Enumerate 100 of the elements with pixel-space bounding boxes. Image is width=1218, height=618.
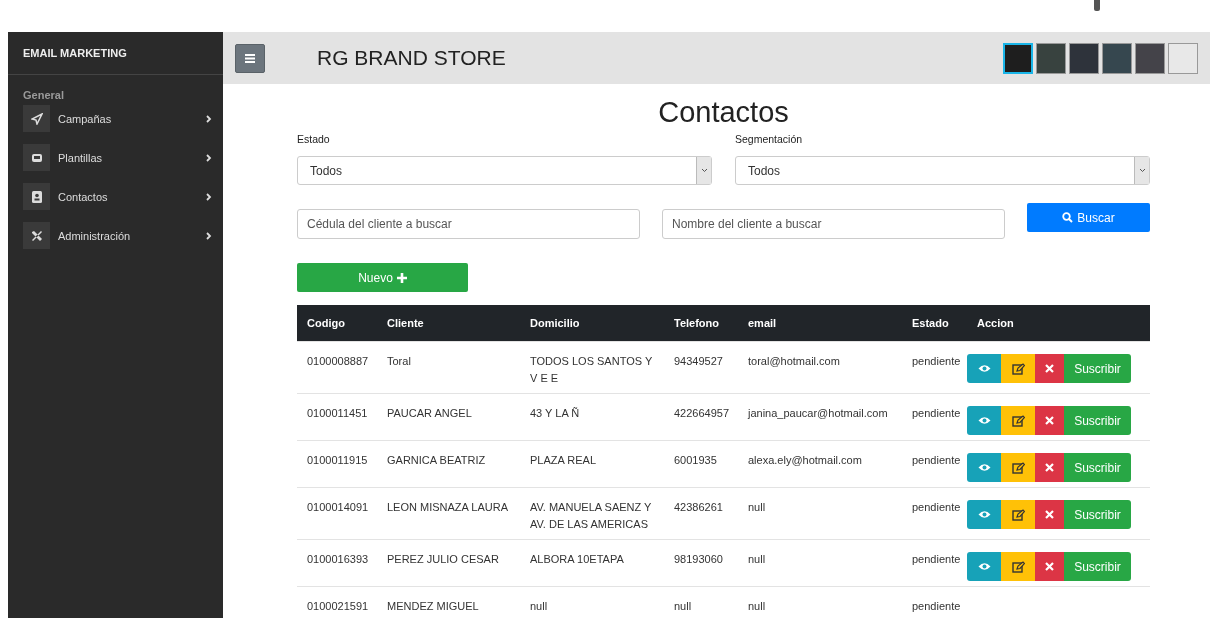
view-button[interactable] — [967, 354, 1001, 383]
column-header: email — [738, 305, 902, 342]
edit-button[interactable] — [1001, 354, 1035, 383]
subscribe-button[interactable]: Suscribir — [1064, 453, 1131, 482]
sidebar-item[interactable]: Contactos — [23, 183, 213, 210]
search-field[interactable]: Cédula del cliente a buscar — [297, 209, 640, 239]
theme-swatch[interactable] — [1069, 42, 1099, 74]
tools-icon — [30, 229, 43, 242]
table-cell: TODOS LOS SANTOS Y V E E — [520, 341, 664, 394]
table-cell: 42386261 — [664, 487, 738, 540]
eye-icon — [977, 416, 991, 425]
search-field[interactable]: Nombre del cliente a buscar — [662, 209, 1005, 239]
close-icon — [1045, 364, 1054, 373]
page-title: Contactos — [657, 96, 790, 129]
close-icon — [1045, 416, 1054, 425]
column-header: Codigo — [297, 305, 377, 342]
eye-icon — [977, 364, 991, 373]
edit-icon — [1011, 362, 1025, 375]
eye-icon — [977, 562, 991, 571]
edit-button[interactable] — [1001, 552, 1035, 581]
column-header: Telefono — [664, 305, 738, 342]
table-cell: ALBORA 10ETAPA — [520, 539, 664, 587]
table-cell: null — [520, 586, 664, 618]
delete-button[interactable] — [1035, 500, 1064, 529]
chevron-right-icon — [205, 192, 213, 201]
sidebar-item[interactable]: Administración — [23, 222, 213, 249]
view-button[interactable] — [967, 406, 1001, 435]
field-label: Segmentación — [735, 133, 804, 145]
table-cell: 0100021591 — [297, 586, 377, 618]
edit-icon — [1011, 461, 1025, 474]
menu-button[interactable] — [235, 43, 265, 73]
sidebar-item[interactable]: Campañas — [23, 105, 213, 132]
table-cell: janina_paucar@hotmail.com — [738, 393, 902, 441]
select-field[interactable]: Todos — [297, 156, 712, 185]
table-cell: MENDEZ MIGUEL — [377, 586, 520, 618]
table-cell: toral@hotmail.com — [738, 341, 902, 394]
theme-swatch[interactable] — [1135, 42, 1165, 74]
table-cell: null — [738, 487, 902, 540]
close-icon — [1045, 510, 1054, 519]
edit-button[interactable] — [1001, 500, 1035, 529]
paper-plane-icon — [30, 112, 43, 125]
select-field[interactable]: Todos — [735, 156, 1150, 185]
table-cell: alexa.ely@hotmail.com — [738, 440, 902, 488]
column-header: Accion — [967, 305, 1150, 342]
column-header: Domicilio — [520, 305, 664, 342]
table-cell: 98193060 — [664, 539, 738, 587]
theme-swatch[interactable] — [1102, 42, 1132, 74]
table-cell: PLAZA REAL — [520, 440, 664, 488]
table-cell: PEREZ JULIO CESAR — [377, 539, 520, 587]
eye-icon — [977, 510, 991, 519]
edit-button[interactable] — [1001, 406, 1035, 435]
store-title: RG BRAND STORE — [317, 46, 507, 70]
table-cell: Toral — [377, 341, 520, 394]
table-cell: 422664957 — [664, 393, 738, 441]
edit-icon — [1011, 560, 1025, 573]
theme-swatch[interactable] — [1003, 42, 1033, 74]
table-cell: pendiente — [902, 586, 967, 618]
chevron-right-icon — [205, 153, 213, 162]
chevron-down-icon — [1138, 168, 1146, 173]
search-icon — [1062, 212, 1074, 223]
theme-swatch[interactable] — [1168, 42, 1198, 74]
menu-icon — [245, 53, 255, 63]
table-cell: AV. MANUELA SAENZ Y AV. DE LAS AMERICAS — [520, 487, 664, 540]
edit-icon — [1011, 414, 1025, 427]
table-cell: null — [738, 586, 902, 618]
view-button[interactable] — [967, 552, 1001, 581]
table-cell: 94349527 — [664, 341, 738, 394]
subscribe-button[interactable]: Suscribir — [1064, 406, 1131, 435]
view-button[interactable] — [967, 500, 1001, 529]
theme-swatch[interactable] — [1036, 42, 1066, 74]
close-icon — [1045, 463, 1054, 472]
delete-button[interactable] — [1035, 406, 1064, 435]
chevron-right-icon — [205, 114, 213, 123]
table-cell: null — [664, 586, 738, 618]
table-cell: GARNICA BEATRIZ — [377, 440, 520, 488]
section-label: General — [22, 88, 65, 103]
chevron-down-icon — [700, 168, 708, 173]
table-cell: 0100016393 — [297, 539, 377, 587]
edit-icon — [1011, 508, 1025, 521]
table-cell: null — [738, 539, 902, 587]
table-cell: 43 Y LA Ñ — [520, 393, 664, 441]
view-button[interactable] — [967, 453, 1001, 482]
chevron-right-icon — [205, 231, 213, 240]
subscribe-button[interactable]: Suscribir — [1064, 354, 1131, 383]
delete-button[interactable] — [1035, 354, 1064, 383]
table-cell: 0100011915 — [297, 440, 377, 488]
envelope-icon — [30, 151, 43, 164]
field-label: Estado — [297, 133, 331, 145]
search-button[interactable]: Buscar — [1027, 203, 1150, 232]
subscribe-button[interactable]: Suscribir — [1064, 552, 1131, 581]
new-button[interactable]: Nuevo — [297, 263, 468, 292]
cursor-mark — [1094, 0, 1100, 11]
plus-icon — [396, 272, 407, 283]
subscribe-button[interactable]: Suscribir — [1064, 500, 1131, 529]
delete-button[interactable] — [1035, 453, 1064, 482]
delete-button[interactable] — [1035, 552, 1064, 581]
table-cell: 6001935 — [664, 440, 738, 488]
sidebar-item[interactable]: Plantillas — [23, 144, 213, 171]
table-cell: 0100011451 — [297, 393, 377, 441]
edit-button[interactable] — [1001, 453, 1035, 482]
